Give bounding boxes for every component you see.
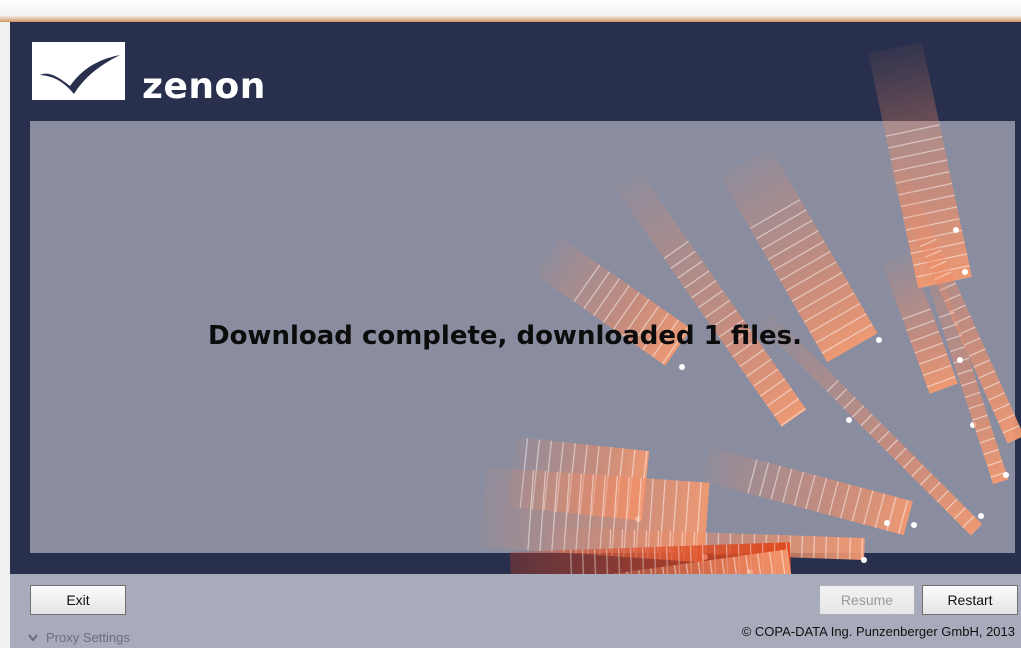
zenon-logo-icon xyxy=(32,42,125,100)
status-message: Download complete, downloaded 1 files. xyxy=(207,321,802,351)
app-logo-text: zenon xyxy=(142,66,266,107)
resume-button[interactable]: Resume xyxy=(819,585,915,615)
window-top-edge xyxy=(0,0,1021,22)
installer-window: zenon Download complete, downloaded 1 fi… xyxy=(10,22,1021,648)
proxy-settings-label: Proxy Settings xyxy=(46,630,130,645)
proxy-settings-toggle[interactable]: Proxy Settings xyxy=(28,630,130,645)
chevron-down-icon xyxy=(28,633,38,642)
exit-button[interactable]: Exit xyxy=(30,585,126,615)
restart-button[interactable]: Restart xyxy=(922,585,1018,615)
copyright-text: © COPA-DATA Ing. Punzenberger GmbH, 2013 xyxy=(741,624,1015,639)
